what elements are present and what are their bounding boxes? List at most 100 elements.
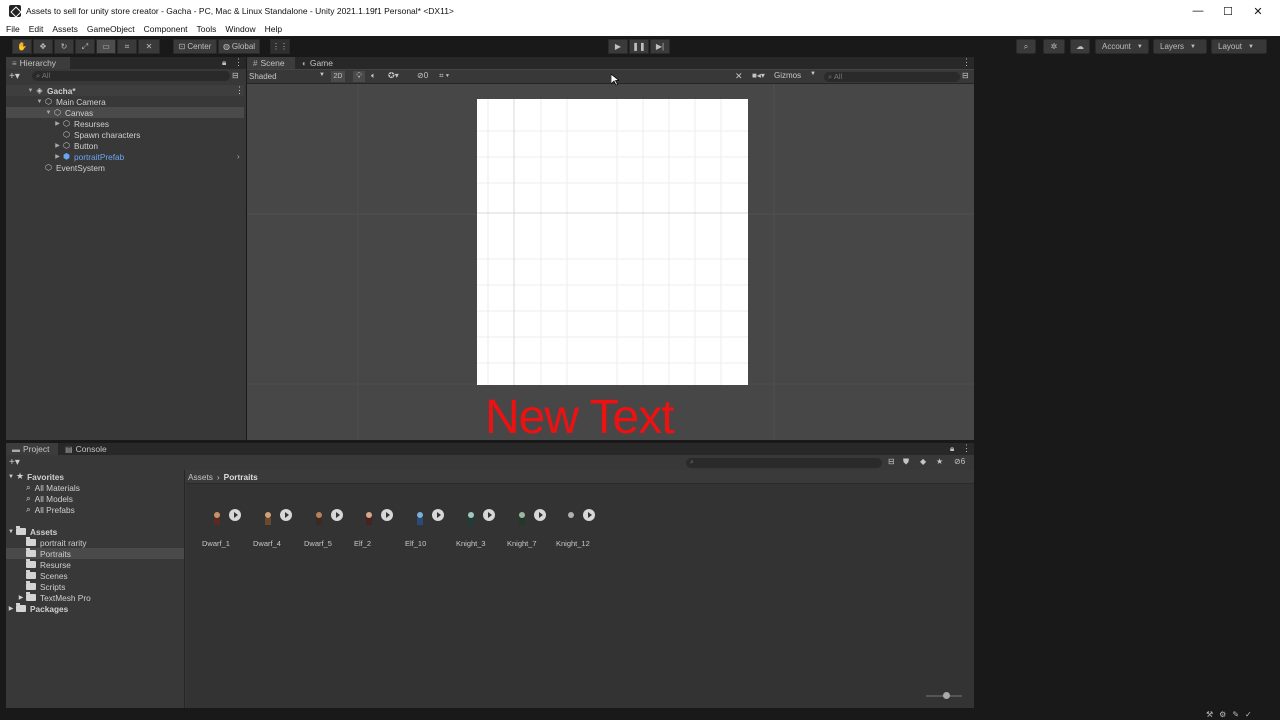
- effects-icon[interactable]: ✪▾: [388, 71, 399, 80]
- add-icon[interactable]: +▾: [9, 457, 20, 468]
- zoom-slider-handle[interactable]: [943, 692, 950, 699]
- hierarchy-item[interactable]: ⬡ Spawn characters: [6, 129, 244, 140]
- grid-toggle-icon[interactable]: ⌗ ▾: [439, 71, 449, 81]
- menu-help[interactable]: Help: [265, 24, 282, 34]
- new-text-label[interactable]: New Text: [485, 390, 675, 440]
- grid-snap-icon[interactable]: ⋮⋮: [270, 39, 290, 54]
- play-preview-icon[interactable]: [229, 509, 241, 521]
- play-preview-icon[interactable]: [583, 509, 595, 521]
- kebab-menu-icon[interactable]: ⋮: [962, 443, 971, 454]
- hidden-packages-icon[interactable]: ⊘6: [954, 457, 965, 466]
- fold-down-icon[interactable]: ▼: [6, 529, 16, 535]
- camera-icon[interactable]: ■◂▾: [752, 71, 765, 80]
- list-item[interactable]: ⌕ All Prefabs: [26, 504, 75, 515]
- fold-right-icon[interactable]: ▶: [53, 153, 62, 160]
- hierarchy-item[interactable]: ▶ ⬡ Resurses: [6, 118, 244, 129]
- play-preview-icon[interactable]: [483, 509, 495, 521]
- favorites-row[interactable]: ▼ ★ Favorites: [6, 471, 184, 482]
- pivot-center-button[interactable]: ⊡ Center: [173, 39, 217, 54]
- kebab-menu-icon[interactable]: ⋮: [235, 85, 244, 96]
- asset-tile[interactable]: Dwarf_1: [202, 505, 252, 555]
- wrench-icon[interactable]: ⚒: [1206, 710, 1219, 719]
- scene-viewport[interactable]: New Text: [247, 84, 974, 440]
- fold-right-icon[interactable]: ▶: [16, 594, 26, 601]
- list-item[interactable]: Portraits: [6, 548, 184, 559]
- collab-status-icon[interactable]: ✎: [1232, 710, 1245, 719]
- chevron-right-icon[interactable]: ›: [237, 152, 240, 161]
- cloud-icon[interactable]: ☁: [1070, 39, 1090, 54]
- asset-tile[interactable]: Dwarf_4: [253, 505, 303, 555]
- transform-tool-icon[interactable]: ⌗: [117, 39, 137, 54]
- asset-tile[interactable]: Dwarf_5: [304, 505, 354, 555]
- minimize-button[interactable]: —: [1181, 0, 1215, 22]
- bug-icon[interactable]: ⚙: [1219, 710, 1232, 719]
- rotate-tool-icon[interactable]: ↻: [54, 39, 74, 54]
- list-item[interactable]: ⌕ All Materials: [26, 482, 80, 493]
- kebab-menu-icon[interactable]: ⋮: [962, 57, 971, 68]
- rect-tool-icon[interactable]: ▭: [96, 39, 116, 54]
- fold-right-icon[interactable]: ▶: [6, 605, 16, 612]
- hand-tool-icon[interactable]: ✋: [12, 39, 32, 54]
- gizmos-dropdown[interactable]: Gizmos ▼: [774, 71, 818, 82]
- kebab-menu-icon[interactable]: ⋮: [234, 57, 243, 68]
- hierarchy-item[interactable]: ▼ ⬡ Main Camera: [6, 96, 244, 107]
- favorite-icon[interactable]: ★: [936, 457, 943, 466]
- menu-edit[interactable]: Edit: [29, 24, 44, 34]
- tab-game[interactable]: ◐ Game: [296, 57, 340, 69]
- list-item[interactable]: ▶ TextMesh Pro: [16, 592, 91, 603]
- menu-file[interactable]: File: [6, 24, 20, 34]
- menu-window[interactable]: Window: [225, 24, 255, 34]
- menu-component[interactable]: Component: [144, 24, 188, 34]
- play-preview-icon[interactable]: [534, 509, 546, 521]
- breadcrumb-assets[interactable]: Assets: [188, 472, 213, 482]
- list-item[interactable]: portrait rarity: [26, 537, 184, 548]
- hierarchy-search-input[interactable]: ⌕ All: [32, 71, 230, 81]
- audio-icon[interactable]: 🔈︎: [371, 71, 376, 81]
- zoom-slider[interactable]: [926, 692, 962, 699]
- search-by-type-icon[interactable]: ⊟: [888, 457, 895, 466]
- pivot-global-button[interactable]: ◍ Global: [218, 39, 260, 54]
- packages-row[interactable]: ▶ Packages: [6, 603, 184, 614]
- asset-tile[interactable]: Knight_12: [556, 505, 606, 555]
- assets-row[interactable]: ▼ Assets: [6, 526, 184, 537]
- hidden-objects-icon[interactable]: ⊘0: [417, 71, 428, 80]
- layout-dropdown[interactable]: Layout ▼: [1211, 39, 1267, 54]
- hierarchy-item[interactable]: ▶ ⬡ Button: [6, 140, 244, 151]
- move-tool-icon[interactable]: ✥: [33, 39, 53, 54]
- search-options-icon[interactable]: ⊟: [962, 71, 969, 80]
- fold-down-icon[interactable]: ▼: [35, 99, 44, 105]
- collab-icon[interactable]: ✲: [1043, 39, 1065, 54]
- check-icon[interactable]: ✓: [1245, 710, 1258, 719]
- pause-button[interactable]: ❚❚: [629, 39, 649, 54]
- hierarchy-item[interactable]: ⬡ EventSystem: [6, 162, 244, 173]
- maximize-button[interactable]: ☐: [1211, 0, 1245, 22]
- fold-down-icon[interactable]: ▼: [26, 88, 35, 94]
- account-dropdown[interactable]: Account ▼: [1095, 39, 1149, 54]
- tab-console[interactable]: ▤ Console: [59, 443, 113, 455]
- list-item[interactable]: Scenes: [26, 570, 68, 581]
- scene-row[interactable]: ▼ ◈ Gacha* ⋮: [6, 85, 244, 96]
- scene-search-input[interactable]: ⌕ All: [824, 72, 960, 82]
- play-preview-icon[interactable]: [331, 509, 343, 521]
- search-by-label-icon[interactable]: ⛊: [903, 457, 909, 467]
- fold-right-icon[interactable]: ▶: [53, 120, 62, 127]
- mode-2d-button[interactable]: 2D: [331, 71, 345, 82]
- asset-tile[interactable]: Knight_3: [456, 505, 506, 555]
- step-button[interactable]: ▶|: [650, 39, 670, 54]
- light-icon[interactable]: 💡︎: [353, 71, 365, 82]
- hierarchy-item[interactable]: ▶ ⬢ portraitPrefab ›: [6, 151, 244, 162]
- menu-tools[interactable]: Tools: [197, 24, 217, 34]
- play-preview-icon[interactable]: [381, 509, 393, 521]
- asset-tile[interactable]: Elf_2: [354, 505, 404, 555]
- add-icon[interactable]: +▾: [9, 71, 20, 82]
- project-search-input[interactable]: ⌕: [686, 458, 882, 468]
- list-item[interactable]: Resurse: [26, 559, 71, 570]
- tools-icon[interactable]: ✕: [735, 71, 743, 82]
- breadcrumb-portraits[interactable]: Portraits: [224, 472, 258, 482]
- search-options-icon[interactable]: ⊟: [232, 71, 239, 80]
- play-preview-icon[interactable]: [280, 509, 292, 521]
- tab-hierarchy[interactable]: ≡ Hierarchy: [6, 57, 70, 69]
- asset-tile[interactable]: Elf_10: [405, 505, 455, 555]
- lock-icon[interactable]: 🔒︎: [950, 444, 954, 454]
- label-icon[interactable]: ◆: [920, 457, 926, 466]
